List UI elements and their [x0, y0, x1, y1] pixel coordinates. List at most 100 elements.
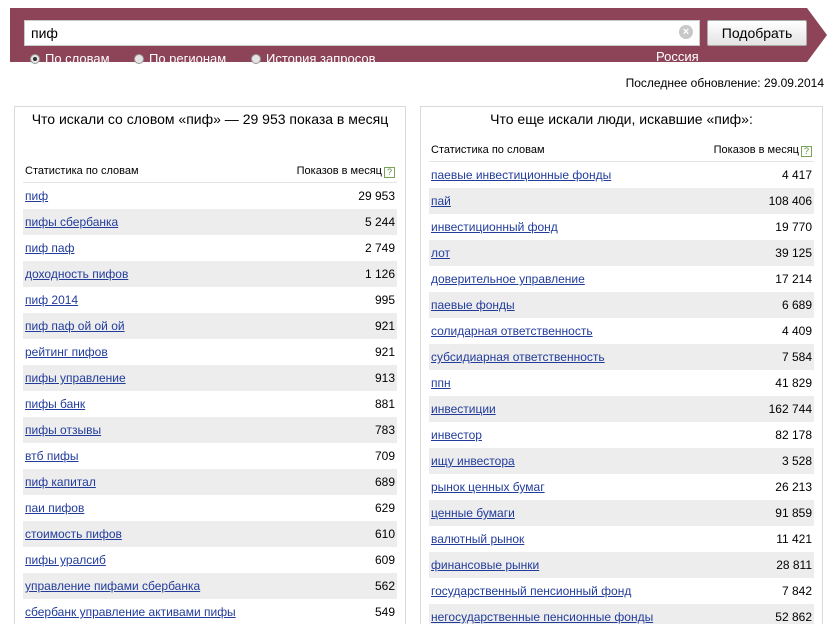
impressions-count: 4 417 [781, 168, 812, 182]
keyword-link[interactable]: инвестор [431, 428, 482, 442]
radio-checked-icon[interactable] [30, 53, 40, 64]
keyword-link[interactable]: пиф паф [25, 241, 74, 255]
search-bar: × Подобрать По словам По регионам Истори… [10, 8, 807, 66]
table-row: негосударственные пенсионные фонды 52 862 [429, 604, 814, 624]
help-icon[interactable]: ? [384, 167, 395, 178]
impressions-count: 610 [374, 527, 395, 541]
impressions-count: 4 409 [781, 324, 812, 338]
table-row: сбербанк управление активами пифы 549 [23, 599, 397, 624]
keyword-link[interactable]: пиф паф ой ой ой [25, 319, 125, 333]
impressions-count: 609 [374, 553, 395, 567]
search-input[interactable] [24, 20, 700, 46]
table-row: лот 39 125 [429, 240, 814, 266]
table-row: валютный рынок 11 421 [429, 526, 814, 552]
keyword-link[interactable]: паи пифов [25, 501, 84, 515]
keyword-link[interactable]: паевые фонды [431, 298, 515, 312]
keyword-link[interactable]: пифы отзывы [25, 423, 101, 437]
impressions-count: 108 406 [768, 194, 812, 208]
keyword-link[interactable]: стоимость пифов [25, 527, 122, 541]
impressions-count: 162 744 [768, 402, 812, 416]
radio-unchecked-icon[interactable] [251, 53, 261, 64]
impressions-count: 783 [374, 423, 395, 437]
keyword-link[interactable]: паевые инвестиционные фонды [431, 168, 611, 182]
table-row: рынок ценных бумаг 26 213 [429, 474, 814, 500]
table-row: управление пифами сбербанка 562 [23, 573, 397, 599]
table-row: пифы сбербанка 5 244 [23, 209, 397, 235]
impressions-count: 52 862 [775, 610, 812, 624]
impressions-count: 689 [374, 475, 395, 489]
table-row: пиф паф 2 749 [23, 235, 397, 261]
table-row: инвестиционный фонд 19 770 [429, 214, 814, 240]
keyword-link[interactable]: финансовые рынки [431, 558, 539, 572]
table-row: пифы управление 913 [23, 365, 397, 391]
keyword-link[interactable]: субсидиарная ответственность [431, 350, 605, 364]
keyword-link[interactable]: втб пифы [25, 449, 79, 463]
keyword-link[interactable]: рынок ценных бумаг [431, 480, 545, 494]
table-row: инвестор 82 178 [429, 422, 814, 448]
keyword-link[interactable]: лот [431, 246, 450, 260]
impressions-count: 995 [374, 293, 395, 307]
keyword-link[interactable]: инвестиционный фонд [431, 220, 558, 234]
keyword-link[interactable]: пифы сбербанка [25, 215, 118, 229]
keyword-link[interactable]: инвестиции [431, 402, 496, 416]
table-row: стоимость пифов 610 [23, 521, 397, 547]
left-col-count: Показов в месяц? [297, 165, 395, 178]
table-row: пай 108 406 [429, 188, 814, 214]
keyword-link[interactable]: рейтинг пифов [25, 345, 108, 359]
impressions-count: 5 244 [364, 215, 395, 229]
table-row: доходность пифов 1 126 [23, 261, 397, 287]
left-col-keyword: Статистика по словам [25, 165, 139, 177]
left-panel-title: Что искали со словом «пиф» — 29 953 пока… [31, 111, 389, 127]
impressions-count: 7 842 [781, 584, 812, 598]
keyword-link[interactable]: доверительное управление [431, 272, 585, 286]
keyword-link[interactable]: пай [431, 194, 451, 208]
keyword-link[interactable]: пиф капитал [25, 475, 96, 489]
keyword-link[interactable]: доходность пифов [25, 267, 128, 281]
keyword-link[interactable]: пифы управление [25, 371, 126, 385]
impressions-count: 91 859 [775, 506, 812, 520]
keyword-link[interactable]: ценные бумаги [431, 506, 515, 520]
impressions-count: 11 421 [776, 532, 812, 546]
right-col-keyword: Статистика по словам [431, 144, 545, 156]
impressions-count: 1 126 [364, 267, 395, 281]
impressions-count: 921 [374, 319, 395, 333]
keyword-link[interactable]: пиф 2014 [25, 293, 78, 307]
keyword-link[interactable]: ищу инвестора [431, 454, 515, 468]
impressions-count: 921 [374, 345, 395, 359]
keyword-link[interactable]: пиф [25, 189, 48, 203]
left-rows: пиф 29 953 пифы сбербанка 5 244 пиф паф 2 749… [23, 183, 397, 624]
keyword-link[interactable]: сбербанк управление активами пифы [25, 605, 236, 619]
table-row: паи пифов 629 [23, 495, 397, 521]
mode-by-regions-radio[interactable]: По регионам [134, 51, 226, 66]
keyword-link[interactable]: пифы уралсиб [25, 553, 106, 567]
radio-unchecked-icon[interactable] [134, 53, 144, 64]
keyword-link[interactable]: пифы банк [25, 397, 85, 411]
table-row: пифы банк 881 [23, 391, 397, 417]
impressions-count: 2 749 [364, 241, 395, 255]
table-row: пифы уралсиб 609 [23, 547, 397, 573]
impressions-count: 629 [374, 501, 395, 515]
table-row: пиф паф ой ой ой 921 [23, 313, 397, 339]
table-row: инвестиции 162 744 [429, 396, 814, 422]
table-row: солидарная ответственность 4 409 [429, 318, 814, 344]
right-panel-title: Что еще искали люди, искавшие «пиф»: [490, 111, 753, 127]
keyword-link[interactable]: валютный рынок [431, 532, 524, 546]
impressions-count: 39 125 [775, 246, 812, 260]
table-row: ценные бумаги 91 859 [429, 500, 814, 526]
help-icon[interactable]: ? [801, 146, 812, 157]
keyword-link[interactable]: государственный пенсионный фонд [431, 584, 631, 598]
keyword-link[interactable]: ппн [431, 376, 451, 390]
region-link[interactable]: Россия [656, 49, 699, 64]
impressions-count: 549 [374, 605, 395, 619]
mode-history-radio[interactable]: История запросов [251, 51, 376, 66]
submit-button[interactable]: Подобрать [707, 20, 807, 46]
keyword-link[interactable]: негосударственные пенсионные фонды [431, 610, 653, 624]
keyword-link[interactable]: управление пифами сбербанка [25, 579, 200, 593]
mode-history-label: История запросов [266, 51, 376, 66]
keyword-link[interactable]: солидарная ответственность [431, 324, 593, 338]
also-searched-panel: Что еще искали люди, искавшие «пиф»: Ста… [420, 106, 823, 624]
mode-by-words-radio[interactable]: По словам [30, 51, 110, 66]
impressions-count: 19 770 [775, 220, 812, 234]
table-row: финансовые рынки 28 811 [429, 552, 814, 578]
clear-search-icon[interactable]: × [679, 25, 693, 39]
